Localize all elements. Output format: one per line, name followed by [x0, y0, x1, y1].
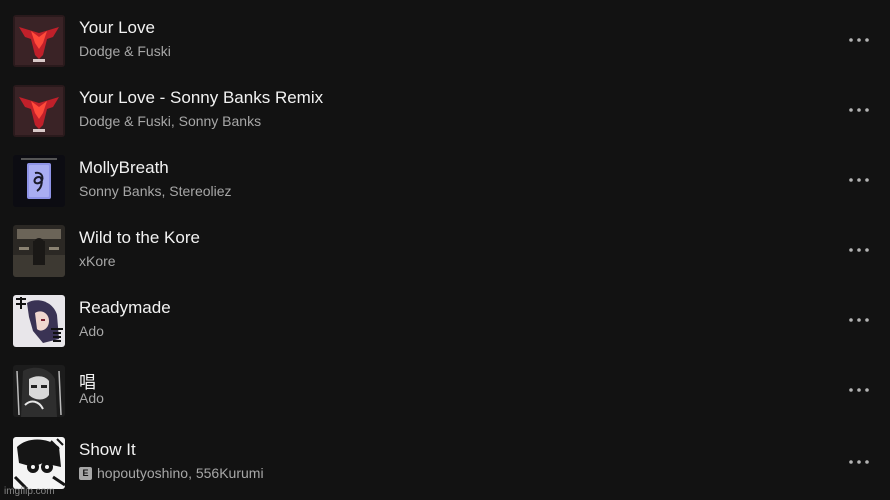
more-options-button[interactable] — [845, 452, 873, 472]
track-row[interactable]: Readymade Ado — [0, 290, 890, 350]
artist-names[interactable]: Dodge & Fuski, Sonny Banks — [79, 113, 261, 129]
track-title[interactable]: Readymade — [79, 298, 171, 318]
track-row[interactable]: Your Love Dodge & Fuski — [0, 10, 890, 70]
artist-names[interactable]: Dodge & Fuski — [79, 43, 171, 59]
explicit-badge: E — [79, 466, 92, 480]
track-row[interactable]: 唱 Ado — [0, 360, 890, 420]
track-row[interactable]: MollyBreath Sonny Banks, Stereoliez — [0, 150, 890, 210]
track-title[interactable]: Wild to the Kore — [79, 228, 200, 248]
track-title[interactable]: Your Love — [79, 18, 155, 38]
track-artists[interactable]: E hopoutyoshino, 556Kurumi — [79, 465, 264, 481]
track-artists[interactable]: Sonny Banks, Stereoliez — [79, 183, 232, 199]
track-artists[interactable]: Ado — [79, 323, 104, 339]
ellipsis-icon — [849, 460, 869, 464]
artist-names[interactable]: Ado — [79, 323, 104, 339]
track-artists[interactable]: Ado — [79, 390, 104, 406]
album-cover[interactable] — [13, 155, 65, 207]
ellipsis-icon — [849, 388, 869, 392]
ellipsis-icon — [849, 178, 869, 182]
more-options-button[interactable] — [845, 310, 873, 330]
track-artists[interactable]: Dodge & Fuski — [79, 43, 171, 59]
more-options-button[interactable] — [845, 100, 873, 120]
album-cover[interactable] — [13, 295, 65, 347]
more-options-button[interactable] — [845, 30, 873, 50]
track-title[interactable]: MollyBreath — [79, 158, 169, 178]
ellipsis-icon — [849, 318, 869, 322]
ellipsis-icon — [849, 38, 869, 42]
album-cover[interactable] — [13, 365, 65, 417]
track-title[interactable]: Show It — [79, 440, 136, 460]
album-cover[interactable] — [13, 85, 65, 137]
album-cover[interactable] — [13, 15, 65, 67]
watermark-text: imgflip.com — [4, 486, 55, 497]
more-options-button[interactable] — [845, 380, 873, 400]
album-cover[interactable] — [13, 225, 65, 277]
artist-names[interactable]: hopoutyoshino, 556Kurumi — [97, 465, 264, 481]
artist-names[interactable]: xKore — [79, 253, 116, 269]
track-list: Your Love Dodge & Fuski Your Love - Sonn… — [0, 0, 890, 500]
artist-names[interactable]: Ado — [79, 390, 104, 406]
ellipsis-icon — [849, 108, 869, 112]
track-row[interactable]: Your Love - Sonny Banks Remix Dodge & Fu… — [0, 80, 890, 140]
track-artists[interactable]: Dodge & Fuski, Sonny Banks — [79, 113, 261, 129]
more-options-button[interactable] — [845, 240, 873, 260]
more-options-button[interactable] — [845, 170, 873, 190]
ellipsis-icon — [849, 248, 869, 252]
track-row[interactable]: Show It E hopoutyoshino, 556Kurumi — [0, 432, 890, 492]
track-row[interactable]: Wild to the Kore xKore — [0, 220, 890, 280]
album-cover[interactable] — [13, 437, 65, 489]
track-artists[interactable]: xKore — [79, 253, 116, 269]
track-title[interactable]: Your Love - Sonny Banks Remix — [79, 88, 323, 108]
artist-names[interactable]: Sonny Banks, Stereoliez — [79, 183, 232, 199]
